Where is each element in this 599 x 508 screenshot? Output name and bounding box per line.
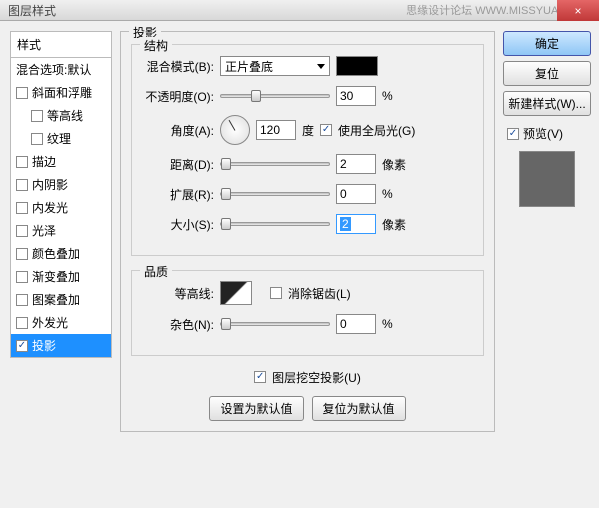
close-icon: × [574,4,581,18]
close-button[interactable]: × [557,0,599,21]
checkbox[interactable] [31,133,43,145]
distance-label: 距离(D): [142,156,214,173]
quality-fieldset: 品质 等高线: 消除锯齿(L) 杂色(N): 0 % [131,270,484,356]
size-slider[interactable] [220,222,330,226]
px-unit: 像素 [382,216,410,233]
antialias-label: 消除锯齿(L) [288,285,351,302]
shadow-color-swatch[interactable] [336,56,378,76]
titlebar: 图层样式 思缘设计论坛 WWW.MISSYUAN.COM [0,0,599,21]
percent-unit: % [382,187,410,201]
style-texture[interactable]: 纹理 [11,127,111,150]
blend-options-default[interactable]: 混合选项:默认 [11,58,111,81]
drop-shadow-fieldset: 投影 结构 混合模式(B): 正片叠底 不透明度(O): 30 % 角度(A): [120,31,495,432]
contour-picker[interactable] [220,281,252,305]
checkbox[interactable] [16,317,28,329]
checkbox[interactable] [16,294,28,306]
new-style-button[interactable]: 新建样式(W)... [503,91,591,116]
global-light-label: 使用全局光(G) [338,122,415,139]
make-default-button[interactable]: 设置为默认值 [209,396,303,421]
dialog-title: 图层样式 [8,2,56,19]
window-controls: × [557,0,599,21]
opacity-slider[interactable] [220,94,330,98]
style-stroke[interactable]: 描边 [11,150,111,173]
checkbox[interactable] [16,225,28,237]
angle-dial[interactable] [220,115,250,145]
checkbox[interactable] [16,156,28,168]
percent-unit: % [382,317,410,331]
structure-fieldset: 结构 混合模式(B): 正片叠底 不透明度(O): 30 % 角度(A): 12… [131,44,484,256]
contour-label: 等高线: [142,285,214,302]
size-input[interactable]: 2 [336,214,376,234]
checkbox[interactable] [16,179,28,191]
angle-input[interactable]: 120 [256,120,296,140]
style-inner-shadow[interactable]: 内阴影 [11,173,111,196]
style-contour[interactable]: 等高线 [11,104,111,127]
angle-label: 角度(A): [142,122,214,139]
distance-slider[interactable] [220,162,330,166]
checkbox[interactable] [16,271,28,283]
distance-input[interactable]: 2 [336,154,376,174]
opacity-label: 不透明度(O): [142,88,214,105]
style-inner-glow[interactable]: 内发光 [11,196,111,219]
styles-panel: 样式 混合选项:默认 斜面和浮雕 等高线 纹理 描边 内阴影 内发光 光泽 颜色… [10,31,112,498]
style-pattern-overlay[interactable]: 图案叠加 [11,288,111,311]
antialias-checkbox[interactable] [270,287,282,299]
spread-input[interactable]: 0 [336,184,376,204]
ok-button[interactable]: 确定 [503,31,591,56]
noise-slider[interactable] [220,322,330,326]
style-satin[interactable]: 光泽 [11,219,111,242]
blend-mode-select[interactable]: 正片叠底 [220,56,330,76]
checkbox[interactable] [31,110,43,122]
checkbox[interactable] [16,248,28,260]
settings-panel: 投影 结构 混合模式(B): 正片叠底 不透明度(O): 30 % 角度(A): [120,31,495,498]
checkbox[interactable] [16,202,28,214]
opacity-input[interactable]: 30 [336,86,376,106]
size-label: 大小(S): [142,216,214,233]
style-outer-glow[interactable]: 外发光 [11,311,111,334]
dialog-body: 样式 混合选项:默认 斜面和浮雕 等高线 纹理 描边 内阴影 内发光 光泽 颜色… [0,21,599,508]
preview-label: 预览(V) [523,125,563,142]
quality-title: 品质 [140,263,172,280]
cancel-button[interactable]: 复位 [503,61,591,86]
spread-slider[interactable] [220,192,330,196]
checkbox[interactable]: ✓ [16,340,28,352]
styles-list: 混合选项:默认 斜面和浮雕 等高线 纹理 描边 内阴影 内发光 光泽 颜色叠加 … [10,58,112,358]
preview-checkbox[interactable]: ✓ [507,128,519,140]
preview-swatch [519,151,575,207]
noise-input[interactable]: 0 [336,314,376,334]
chevron-down-icon [317,64,325,69]
structure-title: 结构 [140,37,172,54]
global-light-checkbox[interactable]: ✓ [320,124,332,136]
style-bevel[interactable]: 斜面和浮雕 [11,81,111,104]
reset-default-button[interactable]: 复位为默认值 [312,396,406,421]
style-color-overlay[interactable]: 颜色叠加 [11,242,111,265]
style-drop-shadow[interactable]: ✓投影 [11,334,111,357]
style-gradient-overlay[interactable]: 渐变叠加 [11,265,111,288]
styles-header[interactable]: 样式 [10,31,112,58]
blend-mode-label: 混合模式(B): [142,58,214,75]
px-unit: 像素 [382,156,410,173]
knockout-checkbox[interactable]: ✓ [254,371,266,383]
noise-label: 杂色(N): [142,316,214,333]
knockout-label: 图层挖空投影(U) [272,369,361,386]
degree-unit: 度 [302,122,314,139]
spread-label: 扩展(R): [142,186,214,203]
checkbox[interactable] [16,87,28,99]
preview-toggle[interactable]: ✓ 预览(V) [503,125,591,142]
action-panel: 确定 复位 新建样式(W)... ✓ 预览(V) [503,31,591,498]
percent-unit: % [382,89,410,103]
